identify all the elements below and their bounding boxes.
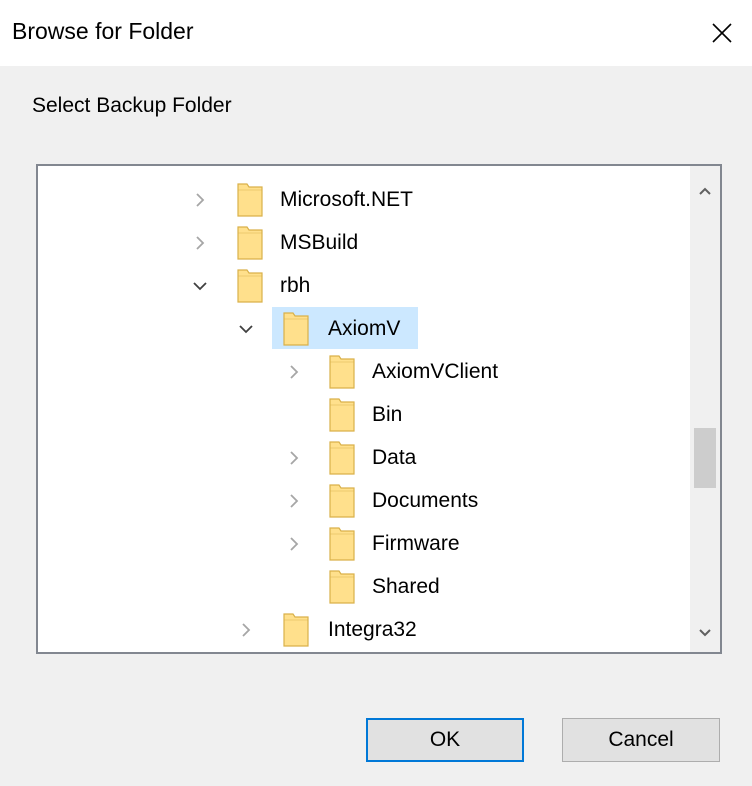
tree-item-label: Documents [372,489,479,512]
folder-icon [282,309,310,347]
folder-icon [328,352,356,390]
tree-item-label: Integra32 [328,618,417,641]
chevron-down-icon[interactable] [236,319,256,339]
folder-icon [328,481,356,519]
tree-item-label: Firmware [372,532,460,555]
folder-icon [236,180,264,218]
title-bar: Browse for Folder [0,0,752,66]
folder-icon [328,567,356,605]
tree-item[interactable]: Bin [38,395,690,435]
chevron-right-icon[interactable] [284,534,304,554]
tree-item[interactable]: AxiomVClient [38,352,690,392]
tree-item[interactable]: MSBuild [38,223,690,263]
vertical-scrollbar[interactable] [690,166,720,652]
scroll-down-button[interactable] [690,616,720,650]
tree-item-label: AxiomV [328,317,401,340]
tree-viewport: Microsoft.NET MSBuild rbh AxiomV AxiomVClien… [38,166,690,652]
ok-button[interactable]: OK [366,718,524,762]
scroll-thumb[interactable] [694,428,716,488]
chevron-right-icon[interactable] [190,190,210,210]
tree-item-label: Microsoft.NET [280,188,414,211]
tree-item[interactable]: Documents [38,481,690,521]
tree-item-label: Shared [372,575,440,598]
scroll-up-button[interactable] [690,174,720,208]
tree-item-label: Data [372,446,417,469]
chevron-right-icon[interactable] [236,620,256,640]
window-title: Browse for Folder [12,18,194,44]
tree-item-label: Bin [372,403,403,426]
folder-tree[interactable]: Microsoft.NET MSBuild rbh AxiomV AxiomVClien… [36,164,722,654]
close-button[interactable] [696,8,748,58]
tree-item[interactable]: Firmware [38,524,690,564]
chevron-down-icon[interactable] [190,276,210,296]
tree-item[interactable]: Microsoft.NET [38,180,690,220]
tree-item-label: AxiomVClient [372,360,499,383]
folder-icon [328,438,356,476]
scroll-up-arrow-icon [699,187,711,195]
chevron-right-icon[interactable] [284,362,304,382]
tree-item-label: rbh [280,274,311,297]
chevron-right-icon[interactable] [284,491,304,511]
tree-item[interactable]: rbh [38,266,690,306]
scroll-down-arrow-icon [699,629,711,637]
tree-item[interactable]: AxiomV [38,309,690,349]
folder-icon [282,610,310,648]
folder-icon [236,266,264,304]
tree-item[interactable]: Integra32 [38,610,690,650]
cancel-button[interactable]: Cancel [562,718,720,762]
dialog-prompt: Select Backup Folder [32,94,232,117]
chevron-right-icon[interactable] [190,233,210,253]
tree-item[interactable]: Data [38,438,690,478]
folder-icon [236,223,264,261]
chevron-right-icon[interactable] [284,448,304,468]
tree-item[interactable]: Shared [38,567,690,607]
tree-item-label: MSBuild [280,231,359,254]
close-icon [712,23,732,43]
folder-icon [328,395,356,433]
folder-icon [328,524,356,562]
